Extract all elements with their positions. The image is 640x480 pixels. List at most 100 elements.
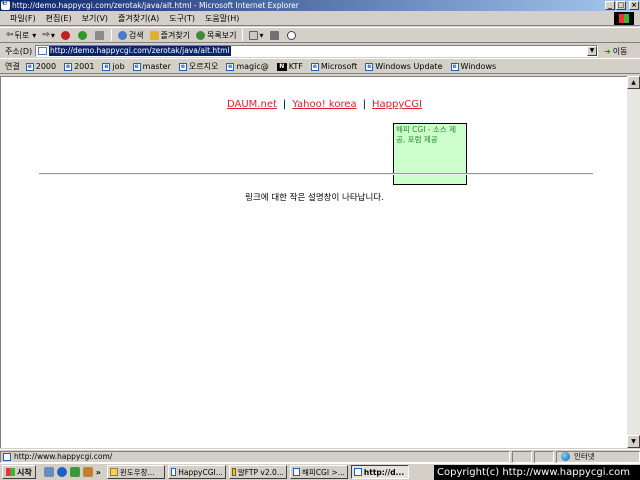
task-window[interactable]: 윈도우창... bbox=[106, 465, 165, 479]
status-cell bbox=[534, 450, 554, 463]
task-happycgi[interactable]: HappyCGI... bbox=[167, 465, 226, 479]
title-bar: http://demo.happycgi.com/zerotak/java/al… bbox=[0, 0, 640, 11]
task-label: http://d... bbox=[363, 467, 405, 477]
ie-link-icon: e bbox=[132, 62, 141, 71]
history-icon bbox=[196, 30, 206, 40]
minimize-button[interactable]: _ bbox=[605, 1, 615, 10]
scroll-up-icon[interactable]: ▲ bbox=[627, 76, 640, 89]
windows-logo-icon bbox=[6, 468, 15, 476]
menu-favorites[interactable]: 즐겨찾기(A) bbox=[118, 13, 159, 24]
history-label: 목록보기 bbox=[207, 30, 237, 40]
messenger-button[interactable] bbox=[286, 30, 298, 40]
page-content: DAUM.net | Yahoo! korea | HappyCGI 해피 CG… bbox=[0, 76, 627, 448]
link-separator: | bbox=[362, 99, 367, 110]
link-label: magic@ bbox=[236, 62, 269, 71]
back-button[interactable]: ⇦ 뒤로 ▾ bbox=[6, 30, 36, 41]
menu-view[interactable]: 보기(V) bbox=[82, 13, 108, 24]
forward-dropdown-icon[interactable]: ▾ bbox=[51, 31, 55, 40]
address-dropdown-icon[interactable]: ▼ bbox=[587, 46, 597, 56]
favorites-button[interactable]: 즐겨찾기 bbox=[149, 30, 191, 41]
yahoo-link[interactable]: Yahoo! korea bbox=[292, 99, 356, 110]
zone-label: 인터넷 bbox=[574, 452, 595, 461]
home-button[interactable] bbox=[94, 30, 106, 40]
link-label: Microsoft bbox=[320, 62, 358, 71]
refresh-button[interactable] bbox=[77, 30, 89, 40]
ie-link-icon: e bbox=[64, 62, 73, 71]
favorites-icon bbox=[149, 30, 159, 40]
link-label: job bbox=[112, 62, 125, 71]
ie-link-icon: e bbox=[310, 62, 319, 71]
ie-link-icon: e bbox=[178, 62, 187, 71]
go-arrow-icon: ➜ bbox=[604, 46, 611, 56]
link-windows[interactable]: e Windows bbox=[450, 62, 496, 71]
menu-edit[interactable]: 편집(E) bbox=[46, 13, 72, 24]
link-windows-update[interactable]: e Windows Update bbox=[365, 62, 443, 71]
links-bar: 연결 e 2000 e 2001 e job e master e 오르지오 e magic… bbox=[0, 60, 640, 74]
go-button[interactable]: ➜ 이동 bbox=[604, 46, 627, 57]
security-zone: 인터넷 bbox=[556, 450, 640, 463]
ie-icon bbox=[1, 0, 10, 10]
link-label: 오르지오 bbox=[188, 62, 219, 71]
stop-icon bbox=[60, 30, 70, 40]
vertical-scrollbar[interactable]: ▲ ▼ bbox=[627, 76, 640, 448]
link-2000[interactable]: e 2000 bbox=[25, 62, 56, 71]
app-icon[interactable] bbox=[82, 467, 93, 477]
ie-icon bbox=[292, 468, 301, 476]
happycgi-link[interactable]: HappyCGI bbox=[372, 99, 422, 110]
outlook-icon[interactable] bbox=[69, 467, 80, 477]
task-current-page[interactable]: http://d... bbox=[350, 465, 409, 479]
print-button[interactable] bbox=[269, 30, 281, 40]
page-status-icon bbox=[3, 452, 11, 461]
go-label: 이동 bbox=[612, 46, 628, 56]
ie-quicklaunch-icon[interactable] bbox=[56, 467, 67, 477]
status-bar: http://www.happycgi.com/ 인터넷 bbox=[0, 449, 640, 463]
favorites-label: 즐겨찾기 bbox=[160, 30, 191, 40]
task-label: HappyCGI... bbox=[178, 467, 223, 477]
start-label: 시작 bbox=[17, 467, 32, 477]
mail-button[interactable]: ▾ bbox=[248, 30, 264, 40]
mail-dropdown-icon[interactable]: ▾ bbox=[260, 31, 264, 40]
link-2001[interactable]: e 2001 bbox=[64, 62, 94, 71]
back-dropdown-icon[interactable]: ▾ bbox=[32, 31, 36, 40]
link-orzio[interactable]: e 오르지오 bbox=[178, 61, 219, 72]
status-url: http://www.happycgi.com/ bbox=[14, 452, 113, 461]
link-magic[interactable]: e magic@ bbox=[226, 62, 269, 71]
link-tooltip: 해피 CGI - 소스 제 공, 포럼 제공 bbox=[393, 123, 467, 185]
link-job[interactable]: e job bbox=[102, 62, 125, 71]
window-controls: _ □ × bbox=[605, 1, 639, 10]
show-desktop-icon[interactable] bbox=[43, 467, 54, 477]
history-button[interactable]: 목록보기 bbox=[196, 30, 237, 41]
toolbar-separator bbox=[241, 29, 243, 41]
link-label: Windows Update bbox=[375, 62, 443, 71]
print-icon bbox=[269, 30, 279, 40]
close-button[interactable]: × bbox=[629, 1, 639, 10]
task-happycgi-2[interactable]: 해피CGI >... bbox=[289, 465, 348, 479]
maximize-button[interactable]: □ bbox=[616, 1, 626, 10]
menu-file[interactable]: 파일(F) bbox=[10, 13, 36, 24]
ie-link-icon: e bbox=[102, 62, 111, 71]
links-label: 연결 bbox=[5, 62, 20, 71]
link-label: KTF bbox=[288, 62, 303, 71]
chevron-right-icon[interactable]: » bbox=[96, 468, 101, 477]
daum-link[interactable]: DAUM.net bbox=[227, 99, 277, 110]
link-ktf[interactable]: N KTF bbox=[276, 62, 303, 71]
menu-help[interactable]: 도움말(H) bbox=[205, 13, 239, 24]
search-button[interactable]: 검색 bbox=[117, 30, 144, 41]
menu-tools[interactable]: 도구(T) bbox=[169, 13, 195, 24]
page-icon bbox=[38, 47, 47, 55]
description-text: 링크에 대한 작은 설명창이 나타납니다. bbox=[245, 193, 384, 203]
link-microsoft[interactable]: e Microsoft bbox=[310, 62, 358, 71]
copyright-banner: Copyright(c) http://www.happycgi.com bbox=[434, 465, 640, 480]
window-title: http://demo.happycgi.com/zerotak/java/al… bbox=[12, 1, 299, 10]
task-alftp[interactable]: 알FTP v2.0... bbox=[228, 465, 287, 479]
mail-icon bbox=[248, 30, 258, 40]
stop-button[interactable] bbox=[60, 30, 72, 40]
task-label: 윈도우창... bbox=[119, 467, 155, 477]
address-url[interactable]: http://demo.happycgi.com/zerotak/java/al… bbox=[49, 46, 231, 56]
link-master[interactable]: e master bbox=[132, 62, 171, 71]
forward-button[interactable]: ⇨ ▾ bbox=[42, 30, 55, 40]
address-input[interactable]: http://demo.happycgi.com/zerotak/java/al… bbox=[35, 45, 598, 57]
back-label: 뒤로 bbox=[14, 30, 30, 40]
scroll-down-icon[interactable]: ▼ bbox=[627, 435, 640, 448]
start-button[interactable]: 시작 bbox=[2, 465, 36, 479]
